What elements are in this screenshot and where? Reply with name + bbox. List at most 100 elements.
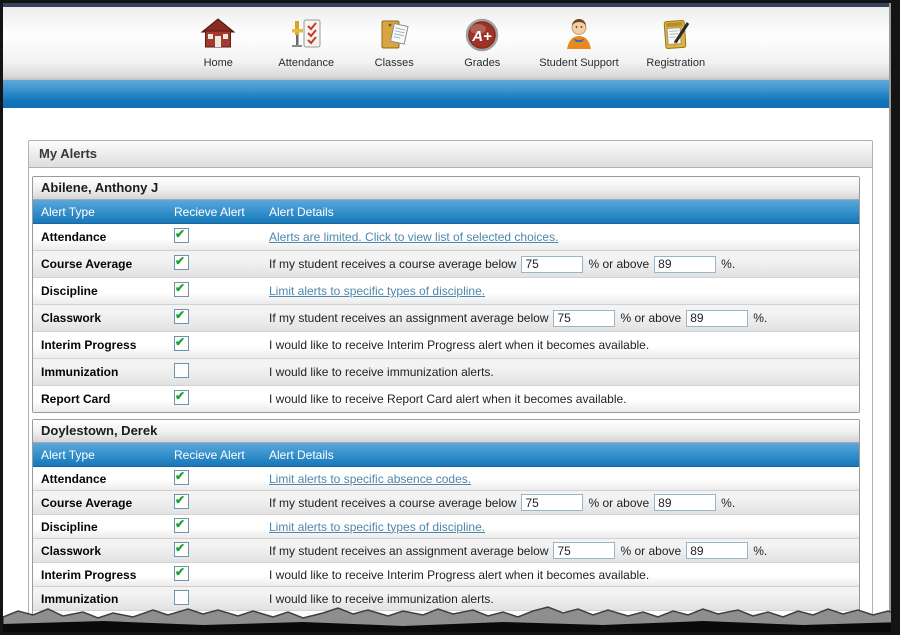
attendance-icon	[287, 16, 325, 54]
alert-detail-link[interactable]: Limit alerts to specific absence codes.	[269, 472, 471, 486]
student-support-icon	[560, 16, 598, 54]
receive-alert-cell	[166, 363, 261, 381]
torn-edge	[3, 602, 900, 632]
receive-alert-checkbox[interactable]	[174, 566, 189, 581]
alert-details-cell: I would like to receive Report Card aler…	[261, 392, 859, 406]
app-window: Home Attendance	[0, 0, 900, 635]
threshold-above-input[interactable]	[686, 310, 748, 327]
alert-row: Report CardI would like to receive Repor…	[33, 386, 859, 412]
threshold-between-text: % or above	[588, 496, 649, 510]
nav-item-registration[interactable]: Registration	[645, 16, 707, 69]
alert-type-label: Discipline	[33, 284, 166, 298]
threshold-below-input[interactable]	[521, 256, 583, 273]
alert-type-label: Interim Progress	[33, 338, 166, 352]
alert-row: Immunization I would like to receive immu…	[33, 359, 859, 386]
receive-alert-checkbox[interactable]	[174, 518, 189, 533]
alert-type-label: Course Average	[33, 257, 166, 271]
alert-type-label: Classwork	[33, 311, 166, 325]
alert-details-cell: If my student receives an assignment ave…	[261, 310, 859, 327]
alert-details-cell: Limit alerts to specific types of discip…	[261, 284, 859, 298]
alert-detail-link[interactable]: Limit alerts to specific types of discip…	[269, 520, 485, 534]
home-icon	[199, 16, 237, 54]
alert-row: Classwork If my student receives an assig…	[33, 305, 859, 332]
receive-alert-checkbox[interactable]	[174, 542, 189, 557]
nav-label: Attendance	[278, 57, 334, 69]
student-name-header: Abilene, Anthony J	[33, 177, 859, 200]
receive-alert-checkbox[interactable]	[174, 255, 189, 270]
student-section: Abilene, Anthony JAlert TypeRecieve Aler…	[32, 176, 860, 413]
receive-alert-cell	[166, 470, 261, 488]
threshold-after-text: %.	[721, 257, 735, 271]
nav-label: Registration	[646, 57, 705, 69]
receive-alert-checkbox[interactable]	[174, 494, 189, 509]
receive-alert-checkbox[interactable]	[174, 309, 189, 324]
registration-icon	[657, 16, 695, 54]
alert-row: DisciplineLimit alerts to specific types…	[33, 515, 859, 539]
nav-item-student-support[interactable]: Student Support	[539, 16, 619, 69]
alert-type-label: Immunization	[33, 365, 166, 379]
alert-details-column-header: Alert Details	[261, 205, 859, 219]
nav-item-home[interactable]: Home	[187, 16, 249, 69]
alert-row: Course AverageIf my student receives a c…	[33, 491, 859, 515]
receive-alert-column-header: Recieve Alert	[166, 448, 261, 462]
threshold-below-input[interactable]	[553, 542, 615, 559]
threshold-before-text: If my student receives an assignment ave…	[269, 311, 548, 325]
receive-alert-column-header: Recieve Alert	[166, 205, 261, 219]
receive-alert-checkbox[interactable]	[174, 282, 189, 297]
alert-details-cell: I would like to receive Interim Progress…	[261, 338, 859, 352]
nav-item-grades[interactable]: A+ Grades	[451, 16, 513, 69]
alert-detail-link[interactable]: Alerts are limited. Click to view list o…	[269, 230, 558, 244]
threshold-before-text: If my student receives a course average …	[269, 257, 516, 271]
alert-row: Attendance Limit alerts to specific absen…	[33, 467, 859, 491]
receive-alert-checkbox[interactable]	[174, 363, 189, 378]
threshold-after-text: %.	[753, 544, 767, 558]
receive-alert-cell	[166, 228, 261, 246]
svg-text:A+: A+	[471, 28, 492, 45]
alert-type-column-header: Alert Type	[33, 448, 166, 462]
table-header-row: Alert TypeRecieve AlertAlert Details	[33, 200, 859, 224]
content-spacer	[3, 108, 891, 140]
alert-details-cell: If my student receives a course average …	[261, 494, 859, 511]
alert-type-label: Attendance	[33, 472, 166, 486]
alert-details-cell: If my student receives a course average …	[261, 256, 859, 273]
threshold-above-input[interactable]	[654, 494, 716, 511]
alert-details-cell: Limit alerts to specific types of discip…	[261, 520, 859, 534]
alert-detail-text: I would like to receive Interim Progress…	[269, 568, 649, 582]
threshold-above-input[interactable]	[686, 542, 748, 559]
threshold-above-input[interactable]	[654, 256, 716, 273]
nav-item-classes[interactable]: Classes	[363, 16, 425, 69]
alert-row: AttendanceAlerts are limited. Click to v…	[33, 224, 859, 251]
receive-alert-cell	[166, 255, 261, 273]
alert-detail-link[interactable]: Limit alerts to specific types of discip…	[269, 284, 485, 298]
table-header-row: Alert TypeRecieve AlertAlert Details	[33, 443, 859, 467]
receive-alert-cell	[166, 336, 261, 354]
receive-alert-cell	[166, 494, 261, 512]
nav-item-attendance[interactable]: Attendance	[275, 16, 337, 69]
receive-alert-checkbox[interactable]	[174, 390, 189, 405]
threshold-between-text: % or above	[620, 544, 681, 558]
threshold-below-input[interactable]	[553, 310, 615, 327]
classes-icon	[375, 16, 413, 54]
threshold-before-text: If my student receives an assignment ave…	[269, 544, 548, 558]
grades-icon: A+	[463, 16, 501, 54]
alert-type-label: Classwork	[33, 544, 166, 558]
alert-details-cell: I would like to receive immunization ale…	[261, 365, 859, 379]
receive-alert-checkbox[interactable]	[174, 336, 189, 351]
students-container: Abilene, Anthony JAlert TypeRecieve Aler…	[29, 168, 872, 635]
receive-alert-checkbox[interactable]	[174, 228, 189, 243]
nav-label: Classes	[375, 57, 414, 69]
threshold-below-input[interactable]	[521, 494, 583, 511]
alert-row: Classwork If my student receives an assig…	[33, 539, 859, 563]
receive-alert-checkbox[interactable]	[174, 470, 189, 485]
alert-row: Interim Progress I would like to receive …	[33, 332, 859, 359]
alert-details-column-header: Alert Details	[261, 448, 859, 462]
alert-detail-text: I would like to receive Report Card aler…	[269, 392, 627, 406]
receive-alert-cell	[166, 282, 261, 300]
alert-type-column-header: Alert Type	[33, 205, 166, 219]
threshold-between-text: % or above	[588, 257, 649, 271]
alert-details-cell: Alerts are limited. Click to view list o…	[261, 230, 859, 244]
alert-detail-text: I would like to receive immunization ale…	[269, 365, 494, 379]
nav-label: Student Support	[539, 57, 619, 69]
page-title: My Alerts	[29, 141, 872, 168]
threshold-after-text: %.	[753, 311, 767, 325]
